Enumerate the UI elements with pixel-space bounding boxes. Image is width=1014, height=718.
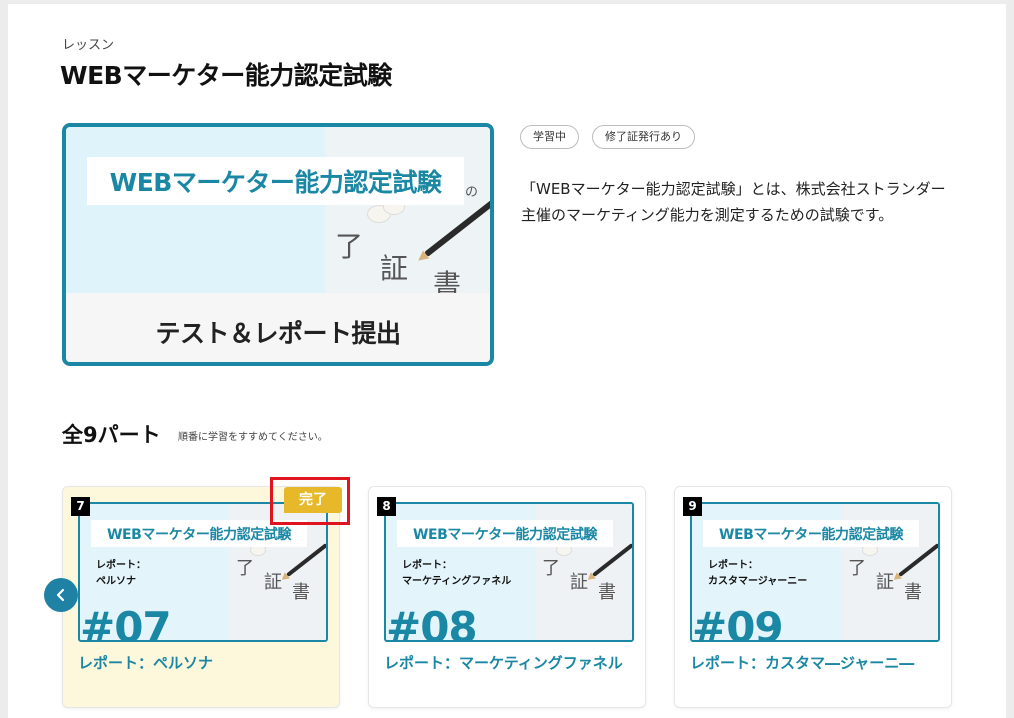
thumb-subtitle-line: ペルソナ [96,576,136,587]
chevron-left-icon [56,588,65,602]
thumb-subtitle: レポート： ペルソナ [96,558,146,590]
part-card-9[interactable]: 了 証 書 WEBマーケター能力認定試験 レポート： カスタマージャーニー #0… [674,486,952,708]
part-thumbnail: 了 証 書 WEBマーケター能力認定試験 レポート： カスタマージャーニー #0… [690,502,940,642]
thumb-part-number: #08 [386,603,478,642]
paper-glyph: 了 [236,558,254,579]
part-card-title[interactable]: レポート：マーケティングファネル [384,652,634,674]
part-thumbnail: 了 証 書 WEBマーケター能力認定試験 レポート： マーケティングファネル #… [384,502,634,642]
thumb-part-number: #07 [80,603,172,642]
breadcrumb-label: レッスン [62,38,115,53]
paper-glyph: の [465,185,479,200]
thumb-title-box: WEBマーケター能力認定試験 [397,520,613,547]
pencil-image [424,199,490,257]
thumb-subtitle-line: レポート： [708,560,758,571]
part-card-8[interactable]: 了 証 書 WEBマーケター能力認定試験 レポート： マーケティングファネル #… [368,486,646,708]
part-number-badge: 7 [71,497,90,516]
hero-bottom-panel: テスト＆レポート提出 [66,293,490,362]
paper-glyph: 了 [335,230,364,263]
completed-badge: 完了 [284,487,342,513]
carousel-prev-button[interactable] [44,578,78,612]
part-card-7[interactable]: 了 証 書 WEBマーケター能力認定試験 レポート： ペルソナ #07 7 完了… [62,477,350,708]
pencil-image [592,543,632,577]
thumb-title: WEBマーケター能力認定試験 [412,526,598,543]
paper-glyph: 証 [264,572,282,593]
thumb-subtitle: レポート： マーケティングファネル [402,558,511,590]
lesson-description: 「WEBマーケター能力認定試験」とは、株式会社ストランダー主催のマーケティング能… [521,180,946,224]
thumb-subtitle: レポート： カスタマージャーニー [708,558,807,590]
paper-glyph: 書 [292,582,310,603]
highlight-frame: 完了 [270,477,350,525]
pencil-image [286,543,326,577]
paper-glyph: 証 [570,572,588,593]
page-title: WEBマーケター能力認定試験 [60,61,392,90]
paper-glyph: 了 [848,558,866,579]
lesson-hero-image: の 了 証 書 WEBマーケター能力認定試験 テスト＆レポート提出 [62,123,494,366]
thumb-subtitle-line: レポート： [402,560,452,571]
part-card-title[interactable]: レポート：ペルソナ [78,652,328,674]
hero-image-title: WEBマーケター能力認定試験 [109,168,442,197]
pencil-image [898,543,938,577]
thumb-part-number: #09 [692,603,784,642]
paper-glyph: 了 [542,558,560,579]
hero-image-subtitle: テスト＆レポート提出 [155,318,401,348]
thumb-subtitle-line: マーケティングファネル [402,576,512,587]
paper-glyph: 証 [380,252,409,285]
paper-glyph: 証 [876,572,894,593]
part-number-badge: 9 [683,497,702,516]
thumb-title: WEBマーケター能力認定試験 [718,526,904,543]
thumb-title: WEBマーケター能力認定試験 [106,526,292,543]
thumb-subtitle-line: カスタマージャーニー [708,576,808,587]
thumb-subtitle-line: レポート： [96,560,146,571]
lesson-page: レッスン WEBマーケター能力認定試験 の 了 証 書 WEBマーケター能力認定… [8,4,1006,718]
thumb-title-box: WEBマーケター能力認定試験 [703,520,919,547]
part-card-title[interactable]: レポート：カスタマ―ジャーニ― [690,652,940,674]
certificate-badge: 修了証発行あり [592,125,695,149]
parts-section-note: 順番に学習をすすめてください。 [178,432,328,443]
paper-glyph: 書 [904,582,922,603]
parts-section-title: 全9パート [62,423,161,447]
hero-title-box: WEBマーケター能力認定試験 [87,157,464,205]
certificate-paper-image: の 了 証 書 [325,127,490,301]
status-badge-learning: 学習中 [520,125,579,149]
part-number-badge: 8 [377,497,396,516]
paper-glyph: 書 [598,582,616,603]
